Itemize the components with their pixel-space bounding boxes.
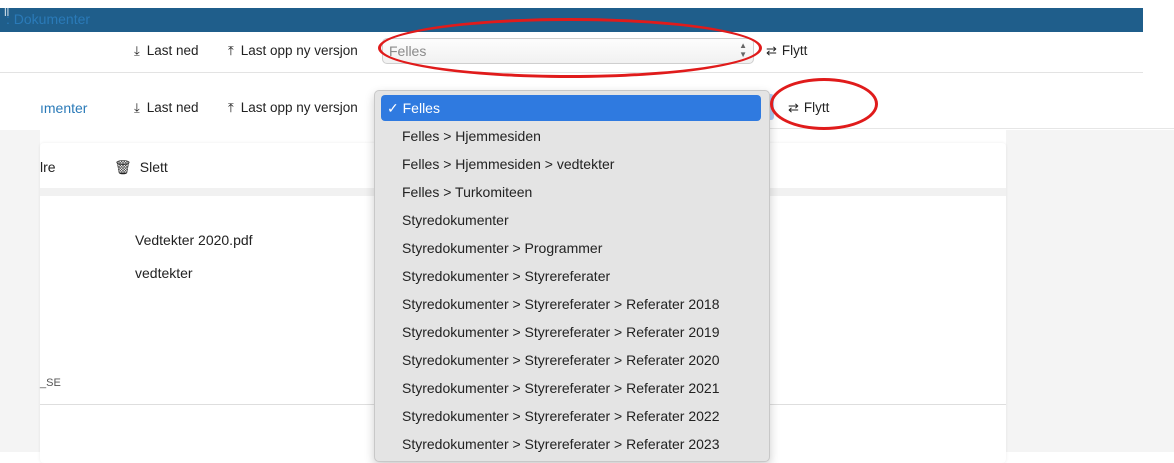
delete-button[interactable]: 🗑 Slett [114, 159, 168, 176]
trash-icon: 🗑 [114, 159, 132, 175]
download-button-2[interactable]: ⤓ Last ned [134, 100, 199, 116]
download-button[interactable]: ⤓ Last ned [134, 43, 199, 59]
dropdown-option[interactable]: Styredokumenter > Styrereferater > Refer… [381, 319, 761, 345]
file-folder: vedtekter [135, 265, 193, 281]
move-button-2[interactable]: ⇄ Flytt [788, 100, 829, 116]
move-label: Flytt [781, 43, 808, 58]
edit-button-partial[interactable]: lre [40, 159, 56, 175]
move-label-2: Flytt [803, 100, 830, 115]
download-icon: ⤓ [134, 43, 140, 58]
divider [768, 128, 1174, 129]
breadcrumb-documents-2[interactable]: ımenter [40, 100, 87, 116]
delete-label: Slett [139, 159, 168, 175]
dropdown-option[interactable]: Felles > Hjemmesiden [381, 123, 761, 149]
folder-dropdown-list[interactable]: ✓ Felles Felles > Hjemmesiden Felles > H… [374, 90, 770, 462]
partial-label: _SE [40, 377, 61, 389]
left-gutter [0, 130, 40, 452]
upload-icon: ⤒ [228, 43, 234, 58]
upload-icon: ⤒ [228, 100, 234, 115]
upload-new-version-button[interactable]: ⤒ Last opp ny versjon [228, 43, 358, 59]
dropdown-option[interactable]: Styredokumenter > Styrereferater > Refer… [381, 347, 761, 373]
upload-label-2: Last opp ny versjon [240, 100, 358, 115]
top-app-bar: || [0, 6, 1143, 32]
folder-select-value: Felles [389, 43, 427, 59]
dropdown-option[interactable]: Felles > Hjemmesiden > vedtekter [381, 151, 761, 177]
dropdown-option[interactable]: Styredokumenter > Styrereferater > Refer… [381, 431, 761, 457]
swap-arrows-icon: ⇄ [766, 43, 777, 58]
upload-label: Last opp ny versjon [240, 43, 358, 58]
dropdown-option[interactable]: Felles > Turkomiteen [381, 179, 761, 205]
dropdown-option[interactable]: Styredokumenter > Styrereferater > Refer… [381, 375, 761, 401]
dropdown-option[interactable]: Styredokumenter > Styrereferater [381, 263, 761, 289]
download-label: Last ned [146, 43, 199, 58]
download-icon: ⤓ [134, 100, 140, 115]
swap-arrows-icon: ⇄ [788, 100, 799, 115]
select-arrows-icon: ▲ ▼ [739, 41, 747, 59]
breadcrumb-documents[interactable]: : Dokumenter [6, 11, 90, 27]
download-label-2: Last ned [146, 100, 199, 115]
dropdown-option[interactable]: Styredokumenter > Styrereferater > Refer… [381, 403, 761, 429]
dropdown-option-selected[interactable]: ✓ Felles [381, 95, 761, 121]
dropdown-option[interactable]: Styredokumenter > Programmer [381, 235, 761, 261]
file-name: Vedtekter 2020.pdf [135, 232, 253, 248]
dropdown-option[interactable]: Styredokumenter [381, 207, 761, 233]
move-button[interactable]: ⇄ Flytt [766, 43, 807, 59]
right-gutter [1006, 130, 1174, 452]
dropdown-option[interactable]: Styredokumenter > Styrereferater > Refer… [381, 291, 761, 317]
upload-new-version-button-2[interactable]: ⤒ Last opp ny versjon [228, 100, 358, 116]
folder-select[interactable]: Felles ▲ ▼ [382, 38, 754, 64]
